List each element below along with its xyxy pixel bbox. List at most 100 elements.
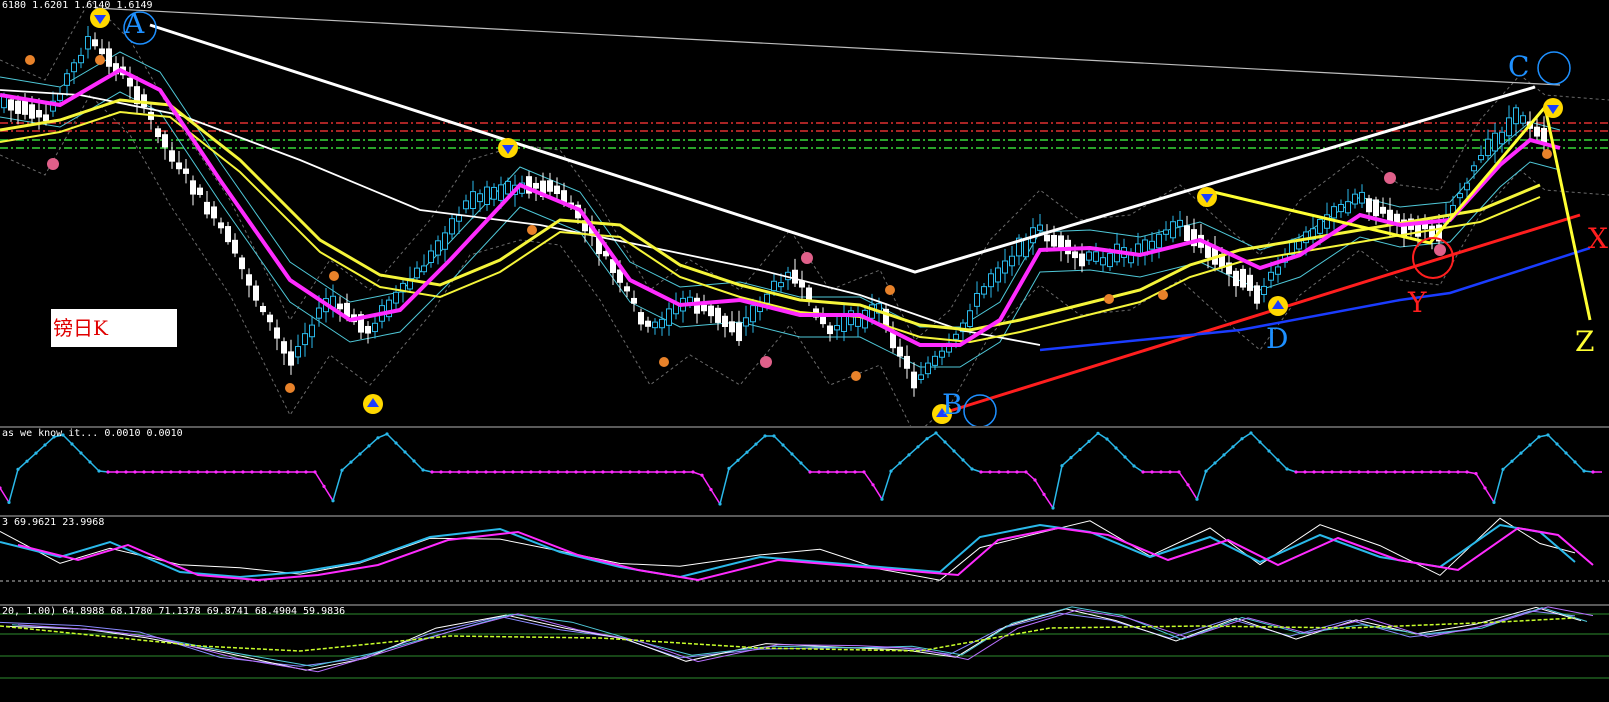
candle-body bbox=[1009, 255, 1015, 267]
signal-dot bbox=[538, 470, 542, 474]
signal-dot bbox=[997, 470, 1001, 474]
signal-dot bbox=[1555, 442, 1559, 446]
candle-body bbox=[834, 325, 840, 331]
candle-body bbox=[932, 355, 938, 366]
candle-body bbox=[743, 317, 749, 327]
candle-body bbox=[127, 77, 133, 87]
signal-segment bbox=[1124, 456, 1135, 467]
signal-dot bbox=[88, 460, 92, 464]
signal-segment bbox=[359, 445, 370, 455]
pink-marker bbox=[801, 252, 813, 264]
signal-dot bbox=[511, 470, 515, 474]
signal-dot bbox=[1258, 440, 1262, 444]
candle-body bbox=[1506, 117, 1512, 137]
candle-body bbox=[1149, 240, 1155, 250]
signal-dot bbox=[1537, 435, 1541, 439]
signal-dot bbox=[898, 461, 902, 465]
signal-dot bbox=[646, 470, 650, 474]
signal-dot bbox=[475, 470, 479, 474]
signal-dot bbox=[1303, 470, 1307, 474]
annotation-a: A bbox=[124, 7, 145, 40]
signal-dot bbox=[925, 437, 929, 441]
signal-dot bbox=[763, 434, 767, 438]
signal-segment bbox=[1574, 461, 1585, 472]
candle-body bbox=[337, 303, 343, 310]
candle-body bbox=[435, 240, 441, 256]
candle-body bbox=[302, 333, 308, 346]
signal-dot bbox=[421, 468, 425, 472]
candle-body bbox=[911, 371, 917, 389]
candle-body bbox=[365, 325, 371, 334]
signal-dot bbox=[871, 483, 875, 487]
candle-body bbox=[204, 201, 210, 215]
price-chart-canvas[interactable] bbox=[0, 0, 1609, 426]
signal-dot bbox=[1573, 460, 1577, 464]
candle-body bbox=[666, 308, 672, 326]
candle-body bbox=[43, 114, 49, 122]
candle-body bbox=[1093, 251, 1099, 262]
candle-body bbox=[953, 333, 959, 340]
indicator-pane-2[interactable]: 3 69.9621 23.9968 bbox=[0, 517, 1609, 604]
signal-segment bbox=[1205, 462, 1216, 472]
signal-dot bbox=[565, 470, 569, 474]
signal-dot bbox=[295, 470, 299, 474]
candle-body bbox=[183, 168, 189, 174]
signal-segment bbox=[80, 452, 91, 463]
indicator-2-readout: 3 69.9621 23.9968 bbox=[2, 517, 105, 528]
candle-body bbox=[218, 222, 224, 229]
signal-dot bbox=[205, 470, 209, 474]
signal-segment bbox=[71, 443, 82, 454]
candle-body bbox=[715, 307, 721, 323]
signal-dot bbox=[1006, 470, 1010, 474]
signal-dot bbox=[970, 467, 974, 471]
candle-body bbox=[15, 100, 21, 114]
signal-dot bbox=[1348, 470, 1352, 474]
candle-body bbox=[771, 280, 777, 292]
candle-body bbox=[708, 305, 714, 317]
signal-dot bbox=[619, 470, 623, 474]
signal-segment bbox=[737, 451, 748, 461]
signal-dot bbox=[1186, 483, 1190, 487]
price-chart-pane[interactable]: 6180 1.6201 1.6140 1.6149 镑日K A B C D X … bbox=[0, 0, 1609, 426]
indicator-pane-3[interactable]: 20, 1.00) 64.8988 68.1780 71.1378 69.874… bbox=[0, 606, 1609, 702]
signal-dot bbox=[1519, 451, 1523, 455]
signal-segment bbox=[1493, 469, 1504, 503]
signal-segment bbox=[1070, 448, 1081, 459]
signal-dot bbox=[106, 470, 110, 474]
candle-body bbox=[1163, 229, 1169, 235]
candle-body bbox=[463, 200, 469, 210]
signal-dot bbox=[1384, 470, 1388, 474]
candle-body bbox=[939, 350, 945, 358]
candle-body bbox=[1373, 199, 1379, 217]
signal-dot bbox=[1366, 470, 1370, 474]
signal-segment bbox=[1214, 454, 1225, 464]
signal-dot bbox=[79, 451, 83, 455]
candle-body bbox=[988, 273, 994, 288]
signal-dot bbox=[574, 470, 578, 474]
signal-dot bbox=[520, 470, 524, 474]
signal-dot bbox=[1312, 470, 1316, 474]
signal-dot bbox=[1456, 470, 1460, 474]
signal-segment bbox=[1259, 441, 1270, 452]
signal-dot bbox=[367, 444, 371, 448]
candle-body bbox=[694, 297, 700, 314]
signal-dot bbox=[835, 470, 839, 474]
signal-dot bbox=[655, 470, 659, 474]
candle-body bbox=[995, 267, 1001, 283]
indicator-pane-1[interactable]: as we know it... 0.0010 0.0010 bbox=[0, 428, 1609, 515]
candle-body bbox=[974, 292, 980, 307]
instrument-label-box: 镑日K bbox=[51, 309, 177, 347]
candlesticks bbox=[1, 25, 1547, 397]
signal-dot bbox=[385, 432, 389, 436]
dot-marker bbox=[329, 271, 339, 281]
signal-dot bbox=[1276, 458, 1280, 462]
signal-dot bbox=[934, 431, 938, 435]
candle-body bbox=[414, 267, 420, 279]
signal-dot bbox=[664, 470, 668, 474]
dot-marker bbox=[851, 371, 861, 381]
signal-dot bbox=[1438, 470, 1442, 474]
signal-dot bbox=[1177, 470, 1181, 474]
signal-dot bbox=[1267, 449, 1271, 453]
pink-marker bbox=[1384, 172, 1396, 184]
signal-segment bbox=[413, 460, 424, 471]
